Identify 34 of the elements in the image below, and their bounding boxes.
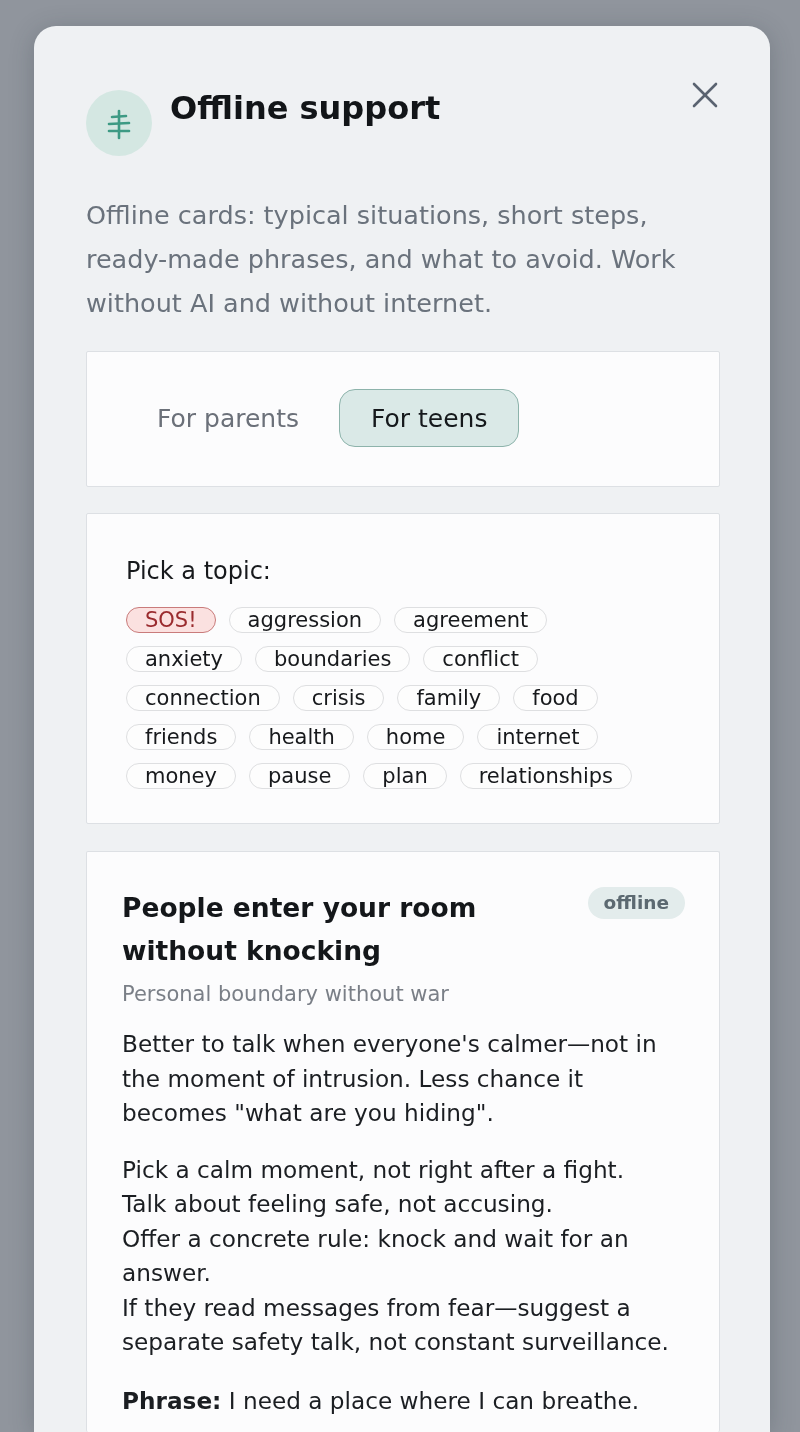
dialog-description: Offline cards: typical situations, short steps, ready-made phrases, and what to avoid. Work without AI and without internet. — [86, 199, 677, 320]
topic-chip[interactable]: pause — [248, 763, 351, 789]
crossbars-icon — [86, 90, 152, 156]
topic-chip[interactable]: food — [513, 685, 598, 711]
step-text: Talk about feeling safe, not accusing. — [122, 1189, 554, 1220]
step-text: Offer a concrete rule: knock and wait for an answer. — [122, 1223, 630, 1289]
phrase-text: Phrase: I need a place where I can breathe. — [122, 1386, 641, 1417]
topic-chip[interactable]: relationships — [459, 763, 633, 789]
topic-chip[interactable]: family — [397, 685, 501, 711]
step-text: Pick a calm moment, not right after a fight. — [122, 1154, 626, 1185]
topic-chip[interactable]: plan — [363, 763, 447, 789]
topic-chip[interactable]: connection — [126, 685, 280, 711]
intro-paragraph: Better to talk when everyone's calmer—not in the moment of intrusion. Less chance it becomes "what are you hiding". — [122, 1029, 658, 1128]
topic-chip[interactable]: money — [126, 763, 236, 789]
topic-chip[interactable]: boundaries — [255, 646, 411, 672]
audience-tab[interactable]: For parents — [125, 389, 331, 447]
topic-chip[interactable]: health — [249, 724, 354, 750]
topic-chip[interactable]: agreement — [394, 607, 548, 633]
step-text: If they read messages from fear—suggest a separate safety talk, not constant surveillance. — [122, 1292, 670, 1358]
topic-chip[interactable]: aggression — [228, 607, 382, 633]
topic-chip[interactable]: crisis — [292, 685, 385, 711]
card-subtitle: Personal boundary without war — [122, 981, 450, 1008]
topic-chip[interactable]: home — [366, 724, 465, 750]
close-icon — [692, 82, 718, 108]
topic-chip[interactable]: anxiety — [126, 646, 243, 672]
sos-topic-chip[interactable]: SOS! — [126, 607, 216, 633]
topic-chip[interactable]: conflict — [423, 646, 538, 672]
topic-chip[interactable]: internet — [477, 724, 599, 750]
dialog-title: Offline support — [170, 88, 441, 128]
topic-chip[interactable]: friends — [126, 724, 237, 750]
topics-heading: Pick a topic: — [126, 557, 272, 585]
offline-badge: offline — [587, 887, 685, 919]
audience-tab[interactable]: For teens — [339, 389, 520, 447]
card-title: People enter your room without knocking — [122, 891, 478, 968]
